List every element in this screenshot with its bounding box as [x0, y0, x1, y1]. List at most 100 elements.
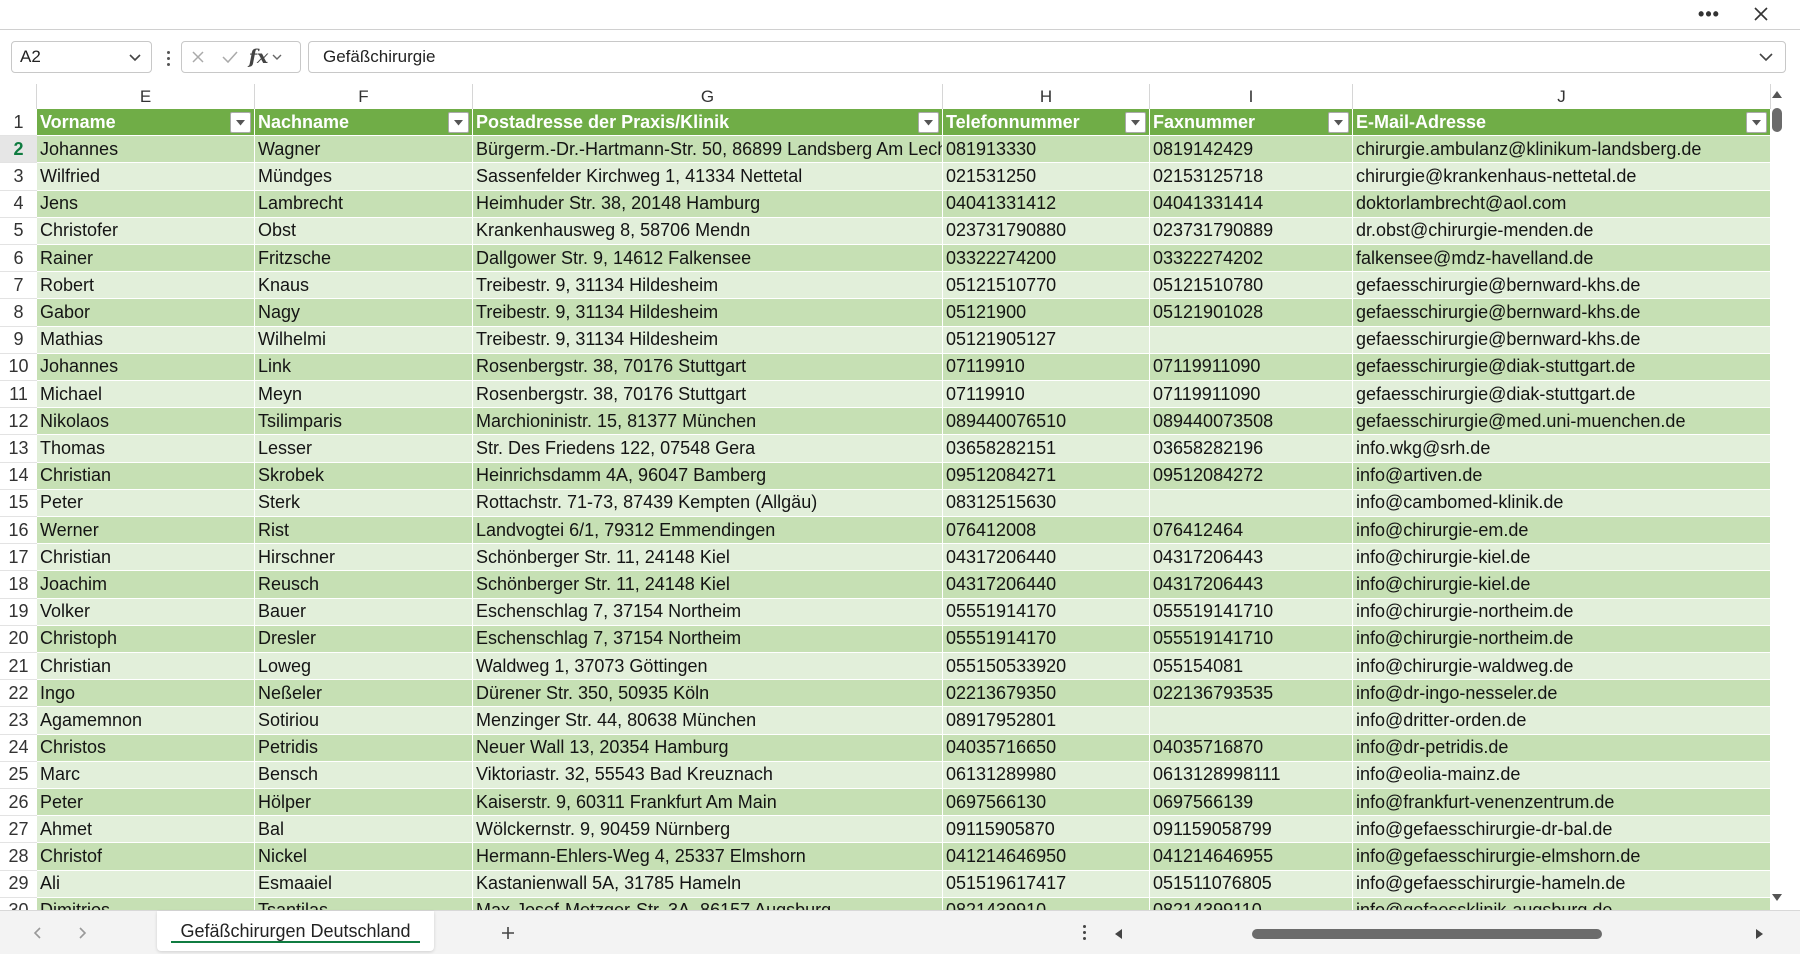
table-cell[interactable]: Hirschner [255, 544, 473, 572]
table-cell[interactable]: Eschenschlag 7, 37154 Northeim [473, 625, 943, 653]
table-cell[interactable]: 076412464 [1150, 517, 1353, 545]
table-cell[interactable]: Johannes [37, 353, 255, 381]
horizontal-scroll-thumb[interactable] [1252, 929, 1602, 939]
table-cell[interactable]: info@gefaesschirurgie-hameln.de [1353, 870, 1771, 898]
table-cell[interactable]: Dürener Str. 350, 50935 Köln [473, 680, 943, 708]
table-cell[interactable]: falkensee@mdz-havelland.de [1353, 245, 1771, 273]
table-cell[interactable]: 04041331414 [1150, 190, 1353, 218]
table-cell[interactable]: Johannes [37, 136, 255, 164]
table-cell[interactable]: Joachim [37, 571, 255, 599]
table-cell[interactable]: Agamemnon [37, 707, 255, 735]
table-cell[interactable]: info@artiven.de [1353, 462, 1771, 490]
scroll-left-icon[interactable] [1112, 927, 1124, 941]
table-cell[interactable]: Ingo [37, 680, 255, 708]
table-cell[interactable]: Petridis [255, 734, 473, 762]
row-number[interactable]: 8 [0, 299, 37, 327]
table-cell[interactable]: 055154081 [1150, 653, 1353, 681]
table-cell[interactable]: Sotiriou [255, 707, 473, 735]
cancel-button[interactable] [182, 42, 214, 72]
table-cell[interactable]: info@gefaesschirurgie-dr-bal.de [1353, 816, 1771, 844]
table-cell[interactable]: Nickel [255, 843, 473, 871]
column-header-i[interactable]: I [1150, 84, 1353, 109]
table-cell[interactable]: Robert [37, 272, 255, 300]
table-cell[interactable]: 089440076510 [943, 408, 1150, 436]
column-header-g[interactable]: G [473, 84, 943, 109]
table-cell[interactable]: Treibestr. 9, 31134 Hildesheim [473, 299, 943, 327]
row-number[interactable]: 17 [0, 544, 37, 572]
column-header-j[interactable]: J [1353, 84, 1771, 109]
table-cell[interactable]: 0819142429 [1150, 136, 1353, 164]
table-cell[interactable]: Landvogtei 6/1, 79312 Emmendingen [473, 517, 943, 545]
table-cell[interactable]: doktorlambrecht@aol.com [1353, 190, 1771, 218]
table-cell[interactable]: 089440073508 [1150, 408, 1353, 436]
table-cell[interactable]: Michael [37, 381, 255, 409]
table-cell[interactable]: Meyn [255, 381, 473, 409]
table-cell[interactable]: Heimhuder Str. 38, 20148 Hamburg [473, 190, 943, 218]
table-cell[interactable]: Knaus [255, 272, 473, 300]
table-cell[interactable]: info.wkg@srh.de [1353, 435, 1771, 463]
table-cell[interactable]: info@dritter-orden.de [1353, 707, 1771, 735]
table-cell[interactable]: 055150533920 [943, 653, 1150, 681]
table-cell[interactable]: Kaiserstr. 9, 60311 Frankfurt Am Main [473, 789, 943, 817]
table-cell[interactable]: Lambrecht [255, 190, 473, 218]
table-cell[interactable]: info@chirurgie-em.de [1353, 517, 1771, 545]
table-cell[interactable]: Krankenhausweg 8, 58706 Mendn [473, 217, 943, 245]
table-cell[interactable]: gefaesschirurgie@diak-stuttgart.de [1353, 353, 1771, 381]
table-cell[interactable]: 08214399110 [1150, 897, 1353, 910]
table-cell[interactable]: 09512084271 [943, 462, 1150, 490]
table-cell[interactable]: Dallgower Str. 9, 14612 Falkensee [473, 245, 943, 273]
enter-button[interactable] [214, 42, 246, 72]
row-number[interactable]: 23 [0, 707, 37, 735]
row-number[interactable]: 26 [0, 789, 37, 817]
table-cell[interactable]: 03322274200 [943, 245, 1150, 273]
row-number[interactable]: 6 [0, 245, 37, 273]
table-cell[interactable]: 04035716870 [1150, 734, 1353, 762]
vertical-scrollbar[interactable] [1768, 84, 1786, 910]
row-number[interactable]: 13 [0, 435, 37, 463]
column-header-h[interactable]: H [943, 84, 1150, 109]
table-cell[interactable]: 07119910 [943, 353, 1150, 381]
table-cell[interactable]: gefaesschirurgie@bernward-khs.de [1353, 299, 1771, 327]
table-cell[interactable]: Loweg [255, 653, 473, 681]
scroll-up-icon[interactable] [1770, 88, 1784, 100]
table-cell[interactable]: 05551914170 [943, 598, 1150, 626]
table-cell[interactable]: info@cambomed-klinik.de [1353, 489, 1771, 517]
row-number[interactable]: 16 [0, 517, 37, 545]
table-cell[interactable]: gefaesschirurgie@bernward-khs.de [1353, 272, 1771, 300]
table-cell[interactable]: Sassenfelder Kirchweg 1, 41334 Nettetal [473, 163, 943, 191]
table-cell[interactable]: Christian [37, 653, 255, 681]
table-cell[interactable]: 021531250 [943, 163, 1150, 191]
horizontal-scrollbar[interactable] [1112, 923, 1766, 943]
table-cell[interactable]: 09115905870 [943, 816, 1150, 844]
row-number[interactable]: 3 [0, 163, 37, 191]
table-cell[interactable]: 05121905127 [943, 326, 1150, 354]
row-number[interactable]: 30 [0, 898, 37, 910]
table-cell[interactable]: Ali [37, 870, 255, 898]
table-cell[interactable]: Mathias [37, 326, 255, 354]
table-cell[interactable]: 022136793535 [1150, 680, 1353, 708]
table-cell[interactable]: info@chirurgie-northeim.de [1353, 625, 1771, 653]
table-cell[interactable]: Str. Des Friedens 122, 07548 Gera [473, 435, 943, 463]
table-cell[interactable]: Wilhelmi [255, 326, 473, 354]
table-cell[interactable]: Max-Josef-Metzger-Str. 3A, 86157 Augsbur… [473, 897, 943, 910]
table-cell[interactable]: Skrobek [255, 462, 473, 490]
table-cell[interactable]: Rosenbergstr. 38, 70176 Stuttgart [473, 353, 943, 381]
tab-bar-options-button[interactable] [1080, 925, 1088, 943]
filter-dropdown-button[interactable] [918, 112, 939, 133]
row-number[interactable]: 22 [0, 680, 37, 708]
table-cell[interactable]: Viktoriastr. 32, 55543 Bad Kreuznach [473, 761, 943, 789]
table-cell[interactable]: Christofer [37, 217, 255, 245]
table-cell[interactable]: 051519617417 [943, 870, 1150, 898]
table-cell[interactable]: 02153125718 [1150, 163, 1353, 191]
table-cell[interactable]: 0697566130 [943, 789, 1150, 817]
row-number[interactable]: 4 [0, 191, 37, 218]
table-cell[interactable]: Wagner [255, 136, 473, 164]
table-cell[interactable]: 023731790889 [1150, 217, 1353, 245]
table-cell[interactable]: Tsantilas [255, 897, 473, 910]
table-cell[interactable]: Schönberger Str. 11, 24148 Kiel [473, 544, 943, 572]
table-cell[interactable]: 04035716650 [943, 734, 1150, 762]
table-cell[interactable]: Wölckernstr. 9, 90459 Nürnberg [473, 816, 943, 844]
table-cell[interactable]: 05121901028 [1150, 299, 1353, 327]
table-cell[interactable]: Dresler [255, 625, 473, 653]
table-cell[interactable]: Dimitrios [37, 897, 255, 910]
